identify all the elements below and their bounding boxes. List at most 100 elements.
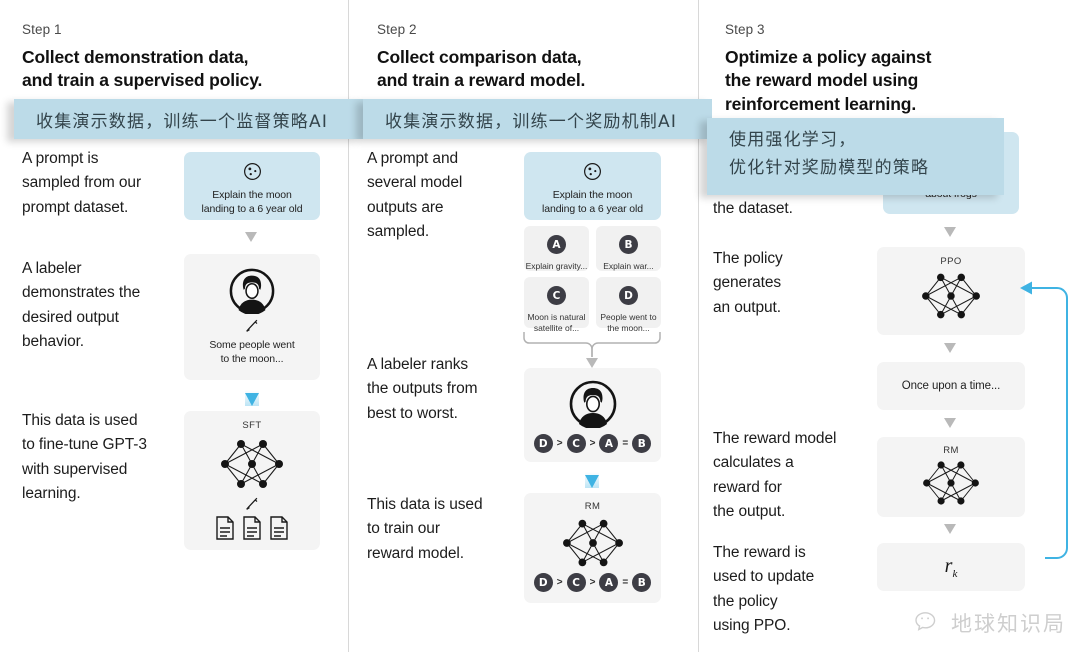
step-3-title: Optimize a policy against the reward mod… (725, 46, 1080, 116)
step-1-prompt-card: Explain the moon landing to a 6 year old (184, 152, 320, 220)
rm-rank-chip-1: D (533, 573, 553, 592)
wechat-icon (914, 610, 944, 636)
pencil-icon (184, 496, 320, 512)
step-1-label: Step 1 (22, 22, 62, 37)
step-3-feedback-loop-arrow (1017, 270, 1080, 575)
step-1-title-line-1: Collect demonstration data, (22, 47, 249, 67)
step-1-arrow-1 (245, 232, 257, 242)
step-2-title-line-2: and train a reward model. (377, 70, 586, 91)
step-1-labeler-output: Some people went to the moon... (209, 339, 295, 366)
step-2-prompt-text: Explain the moon landing to a 6 year old (541, 189, 644, 216)
output-letter-d: D (619, 286, 638, 305)
step-2-output-b: B Explain war... (596, 226, 661, 271)
output-letter-c: C (547, 286, 566, 305)
rank-chip-4: B (632, 434, 652, 453)
reward-subscript: k (952, 568, 958, 580)
step-1-prompt-text: Explain the moon landing to a 6 year old (201, 189, 303, 216)
step-1-arrow-2 (245, 390, 259, 406)
rm-rank-operator-1: > (556, 577, 563, 588)
moon-icon (184, 161, 320, 182)
step-2-prompt-card: Explain the moon landing to a 6 year old (524, 152, 661, 220)
rank-chip-3: A (599, 434, 619, 453)
step-2-paragraph-1: A prompt and several model outputs are s… (367, 150, 463, 241)
step-1-model-tag: SFT (242, 420, 262, 431)
step-2-model-tag: RM (584, 501, 601, 512)
watermark-text: 地球知识局 (951, 612, 1066, 636)
rm-rank-operator-2: > (589, 577, 596, 588)
step-3-rm-card: RM (877, 437, 1025, 517)
step-1-title-line-2: and train a supervised policy. (22, 70, 263, 91)
step-3-title-line-2: the reward model using (725, 70, 919, 91)
step-3-column: Step 3 Optimize a policy against the rew… (698, 0, 1080, 652)
step-2-arrow-1 (585, 358, 598, 368)
step-3-paragraph-2: The policy generates an output. (713, 250, 783, 316)
rank-chip-1: D (533, 434, 553, 453)
step-3-output-text: Once upon a time... (901, 380, 1001, 392)
documents-icon-group (184, 515, 320, 541)
moon-icon (524, 161, 661, 182)
step-2-column: Step 2 Collect comparison data, and trai… (348, 0, 712, 652)
step-3-label: Step 3 (725, 22, 765, 37)
step-3-arrow-1 (944, 227, 956, 237)
rm-rank-chip-2: C (566, 573, 586, 592)
step-3-arrow-2 (944, 343, 956, 353)
step-2-title-line-1: Collect comparison data, (377, 47, 582, 67)
neural-network-icon (877, 456, 1025, 510)
watermark: 地球知识局 (914, 608, 1066, 638)
step-2-arrow-2 (585, 472, 599, 488)
rm-rank-operator-3: = (622, 577, 629, 588)
rank-operator-1: > (556, 438, 563, 449)
pencil-icon (184, 318, 320, 334)
step-2-chinese-overlay: 收集演示数据，训练一个奖励机制AI (363, 99, 712, 139)
step-2-title: Collect comparison data, and train a rew… (377, 46, 698, 93)
step-3-title-line-3: reinforcement learning. (725, 93, 917, 114)
step-2-ranking-row: D > C > A = B (524, 434, 661, 453)
rank-operator-2: > (589, 438, 596, 449)
step-3-reward-value: rk (877, 555, 1025, 580)
rlhf-diagram: Step 1 Collect demonstration data, and t… (0, 0, 1080, 652)
neural-network-icon (184, 434, 320, 494)
step-2-paragraph-2: A labeler ranks the outputs from best to… (367, 356, 478, 422)
rank-chip-2: C (566, 434, 586, 453)
step-1-sft-card: SFT (184, 411, 320, 550)
step-2-output-d: D People went to the moon... (596, 277, 661, 333)
labeler-avatar-icon (184, 268, 320, 314)
neural-network-icon (524, 514, 661, 572)
step-3-paragraph-3: The reward model calculates a reward for… (713, 430, 837, 521)
step-3-chinese-line-2: 优化针对奖励模型的策略 (729, 157, 930, 178)
step-1-paragraph-2: A labeler demonstrates the desired outpu… (22, 260, 141, 351)
step-3-title-line-1: Optimize a policy against (725, 47, 932, 67)
step-2-paragraph-3: This data is used to train our reward mo… (367, 496, 483, 562)
step-1-chinese-overlay: 收集演示数据，训练一个监督策略AI (14, 99, 363, 139)
step-3-arrow-4 (944, 524, 956, 534)
step-3-chinese-line-1: 使用强化学习， (729, 130, 857, 150)
rm-rank-chip-3: A (599, 573, 619, 592)
step-2-output-a: A Explain gravity... (524, 226, 589, 271)
step-2-rm-card: RM D > C > A = B (524, 493, 661, 603)
step-1-title: Collect demonstration data, and train a … (22, 46, 348, 93)
step-2-label: Step 2 (377, 22, 417, 37)
output-letter-a: A (547, 235, 566, 254)
output-text-a: Explain gravity... (525, 261, 588, 271)
output-letter-b: B (619, 235, 638, 254)
step-1-column: Step 1 Collect demonstration data, and t… (0, 0, 363, 652)
rm-rank-chip-4: B (632, 573, 652, 592)
rank-operator-3: = (622, 438, 629, 449)
step-2-output-c: C Moon is natural satellite of... (524, 277, 589, 333)
step-2-rm-ranking-row: D > C > A = B (524, 573, 661, 592)
step-3-policy-tag: PPO (940, 256, 962, 267)
step-3-output-card: Once upon a time... (877, 362, 1025, 410)
step-3-paragraph-1: the dataset. (713, 200, 793, 217)
step-3-reward-tag: RM (943, 445, 959, 456)
step-3-paragraph-4: The reward is used to update the policy … (713, 544, 815, 635)
step-3-chinese-overlay: 使用强化学习， 优化针对奖励模型的策略 (707, 118, 1004, 195)
step-3-ppo-card: PPO (877, 247, 1025, 335)
labeler-avatar-icon (524, 380, 661, 428)
output-text-b: Explain war... (603, 261, 654, 271)
step-1-paragraph-1: A prompt is sampled from our prompt data… (22, 150, 142, 216)
step-3-arrow-3 (944, 418, 956, 428)
neural-network-icon (877, 268, 1025, 324)
step-1-labeler-card: Some people went to the moon... (184, 254, 320, 380)
step-2-labeler-card: D > C > A = B (524, 368, 661, 462)
step-3-reward-card: rk (877, 543, 1025, 591)
